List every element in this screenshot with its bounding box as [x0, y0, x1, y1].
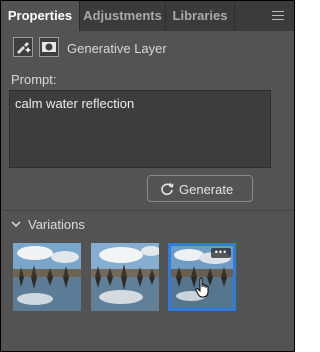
properties-panel: Properties Adjustments Libraries Generat…: [0, 0, 295, 352]
tab-adjustments[interactable]: Adjustments: [80, 1, 165, 31]
generate-button[interactable]: Generate: [147, 175, 253, 202]
variation-thumbnail[interactable]: [91, 243, 159, 311]
prompt-input[interactable]: calm water reflection: [9, 90, 271, 168]
section-divider: [1, 210, 294, 211]
chevron-down-icon[interactable]: [10, 217, 22, 231]
tab-libraries[interactable]: Libraries: [166, 1, 234, 31]
tab-divider: [234, 1, 235, 31]
variation-thumbnail[interactable]: [13, 243, 81, 311]
more-options-icon[interactable]: •••: [211, 248, 231, 258]
mask-icon[interactable]: [39, 37, 59, 57]
generative-brush-icon[interactable]: [13, 37, 33, 57]
tab-properties[interactable]: Properties: [1, 1, 79, 31]
layer-type-label: Generative Layer: [67, 41, 167, 56]
variations-label: Variations: [28, 217, 85, 232]
hand-cursor-icon: [195, 277, 209, 298]
generate-button-label: Generate: [179, 182, 234, 197]
panel-tab-bar: Properties Adjustments Libraries: [1, 1, 294, 31]
prompt-label: Prompt:: [11, 72, 57, 87]
generate-refresh-icon: [161, 182, 174, 196]
panel-menu-icon[interactable]: [272, 11, 284, 20]
